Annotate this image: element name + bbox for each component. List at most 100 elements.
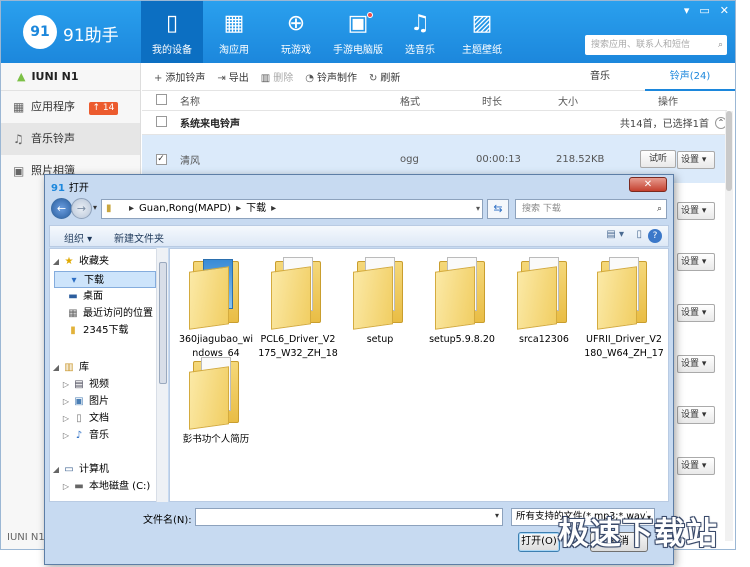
collapse-arrow-icon[interactable]: ◢ bbox=[50, 359, 62, 376]
group-checkbox[interactable] bbox=[155, 115, 167, 127]
nav-item-2345[interactable]: ▮ 2345下载 bbox=[50, 322, 128, 339]
delete-button[interactable]: ▥ 删除 bbox=[261, 69, 293, 84]
dialog-search-input[interactable]: 搜索 下载 ⌕ bbox=[515, 199, 667, 219]
settings-button[interactable]: 设置 ▾ bbox=[677, 457, 715, 475]
dialog-close-button[interactable]: ✕ bbox=[629, 177, 667, 192]
file-list: 360jiagubao_windows_64 PCL6_Driver_V2175… bbox=[169, 248, 669, 502]
refresh-button[interactable]: ↻ 刷新 bbox=[369, 69, 400, 84]
top-bar: 91 91助手 ▯ 我的设备 ▦ 淘应用 ⊕ 玩游戏 ▣ 手游电脑版 ♫ 选音乐… bbox=[1, 1, 735, 63]
search-icon[interactable]: ⌕ bbox=[718, 35, 723, 55]
nav-music[interactable]: ♫ 选音乐 bbox=[389, 1, 451, 63]
settings-button[interactable]: 设置 ▾ bbox=[677, 355, 715, 373]
nav-item-desktop[interactable]: ▬ 桌面 bbox=[50, 288, 103, 305]
settings-button[interactable]: 设置 ▾ bbox=[677, 202, 715, 220]
count-badge: ↑ 14 bbox=[88, 102, 119, 115]
nav-item-recent[interactable]: ▦ 最近访问的位置 bbox=[50, 305, 153, 322]
scrollbar-thumb[interactable] bbox=[726, 111, 732, 191]
photo-icon: ▣ bbox=[13, 164, 25, 178]
nav-pc-games[interactable]: ▣ 手游电脑版 bbox=[327, 1, 389, 63]
chevron-down-icon[interactable]: ▾ bbox=[495, 511, 499, 520]
nav-computer[interactable]: ◢ ▭ 计算机 bbox=[50, 461, 109, 478]
breadcrumb-downloads[interactable]: 下载 bbox=[246, 203, 266, 214]
export-button[interactable]: ⇥ 导出 bbox=[217, 69, 248, 84]
folder-item[interactable]: setup bbox=[340, 253, 420, 363]
settings-button[interactable]: 设置 ▾ bbox=[677, 151, 715, 169]
nav-my-device[interactable]: ▯ 我的设备 bbox=[141, 1, 203, 63]
chevron-down-icon[interactable]: ▾ bbox=[476, 200, 480, 218]
refresh-button[interactable]: ⇆ bbox=[487, 199, 509, 219]
forward-button[interactable]: → bbox=[71, 198, 92, 219]
scrollbar-thumb[interactable] bbox=[159, 262, 167, 384]
folder-item[interactable]: srca12306 bbox=[504, 253, 584, 363]
folder-item[interactable]: 360jiagubao_windows_64 bbox=[176, 253, 256, 363]
select-all-checkbox[interactable] bbox=[155, 93, 167, 105]
refresh-icon: ⇆ bbox=[493, 202, 503, 215]
settings-button[interactable]: 设置 ▾ bbox=[677, 406, 715, 424]
folder-item[interactable]: UFRII_Driver_V2180_W64_ZH_17 bbox=[584, 253, 664, 363]
tab-music[interactable]: 音乐 bbox=[555, 63, 645, 91]
address-bar[interactable]: ▮ ▸ Guan,Rong(MAPD) ▸ 下载 ▸ ▾ bbox=[101, 199, 483, 219]
settings-button[interactable]: 设置 ▾ bbox=[677, 304, 715, 322]
filename-input[interactable]: ▾ bbox=[195, 508, 503, 526]
apps-grid-icon: ▦ bbox=[223, 11, 245, 36]
row-size: 218.52KB bbox=[556, 153, 605, 165]
nav-item-local-disk[interactable]: ▷ ▬ 本地磁盘 (C:) bbox=[50, 478, 150, 495]
folder-icon bbox=[353, 257, 407, 330]
navigation-pane-scrollbar[interactable] bbox=[156, 248, 168, 502]
expand-arrow-icon[interactable]: ▷ bbox=[60, 478, 72, 495]
nav-item-pictures[interactable]: ▷ ▣ 图片 bbox=[50, 393, 109, 410]
nav-favorites[interactable]: ◢ ★ 收藏夹 bbox=[50, 253, 109, 270]
select-all-checkbox-cell bbox=[142, 93, 180, 108]
collapse-arrow-icon[interactable]: ◢ bbox=[50, 253, 62, 270]
folder-icon bbox=[271, 257, 325, 330]
nav-item-documents[interactable]: ▷ ▯ 文档 bbox=[50, 410, 109, 427]
help-icon[interactable]: ? bbox=[648, 229, 662, 243]
nav-item-videos[interactable]: ▷ ▤ 视频 bbox=[50, 376, 109, 393]
nav-item-music[interactable]: ▷ ♪ 音乐 bbox=[50, 427, 109, 444]
open-button[interactable]: 打开(O) bbox=[518, 532, 560, 552]
folder-item[interactable]: 彭书功个人简历 bbox=[176, 353, 256, 463]
breadcrumb-user[interactable]: Guan,Rong(MAPD) bbox=[139, 203, 231, 214]
nav-item-downloads[interactable]: ▾ 下载 bbox=[54, 271, 156, 288]
folder-icon bbox=[435, 257, 489, 330]
recent-locations-icon[interactable]: ▾ bbox=[93, 203, 97, 212]
document-icon: ▯ bbox=[76, 413, 82, 424]
nav-games[interactable]: ⊕ 玩游戏 bbox=[265, 1, 327, 63]
nav-wallpaper[interactable]: ▨ 主题壁纸 bbox=[451, 1, 513, 63]
new-folder-button[interactable]: 新建文件夹 bbox=[114, 230, 164, 245]
expand-arrow-icon[interactable]: ▷ bbox=[60, 427, 72, 444]
organize-button[interactable]: 组织 ▾ bbox=[64, 230, 92, 245]
collapse-arrow-icon[interactable]: ◢ bbox=[50, 461, 62, 478]
preview-pane-icon[interactable]: ▯ bbox=[636, 229, 642, 240]
add-ringtone-button[interactable]: + 添加铃声 bbox=[154, 69, 205, 84]
breadcrumb-separator[interactable]: ▸ bbox=[129, 203, 134, 214]
command-bar: 组织 ▾ 新建文件夹 ▤ ▾ ▯ ? bbox=[49, 225, 669, 247]
breadcrumb-separator[interactable]: ▸ bbox=[236, 203, 241, 214]
folder-icon bbox=[517, 257, 571, 330]
folder-icon: ▮ bbox=[70, 325, 76, 336]
expand-arrow-icon[interactable]: ▷ bbox=[60, 376, 72, 393]
close-icon[interactable]: ✕ bbox=[720, 4, 729, 17]
expand-arrow-icon[interactable]: ▷ bbox=[60, 393, 72, 410]
music-note-icon: ♪ bbox=[75, 430, 83, 441]
folder-item[interactable]: PCL6_Driver_V2175_W32_ZH_18 bbox=[258, 253, 338, 363]
ringtone-maker-button[interactable]: ◔ 铃声制作 bbox=[305, 69, 357, 84]
sidebar-item-apps[interactable]: ▦ 应用程序 ↑ 14 bbox=[1, 91, 140, 123]
expand-arrow-icon[interactable]: ▷ bbox=[60, 410, 72, 427]
sidebar-item-music[interactable]: ♫ 音乐铃声 bbox=[1, 123, 140, 155]
computer-icon: ▭ bbox=[64, 464, 74, 475]
row-checkbox[interactable]: ✓ bbox=[155, 154, 167, 165]
breadcrumb-separator[interactable]: ▸ bbox=[271, 203, 276, 214]
group-checkbox-cell bbox=[142, 115, 180, 130]
listen-button[interactable]: 试听 bbox=[640, 150, 677, 168]
table-scrollbar[interactable] bbox=[725, 111, 733, 541]
back-button[interactable]: ← bbox=[51, 198, 72, 219]
folder-item[interactable]: setup5.9.8.20 bbox=[422, 253, 502, 363]
nav-apps[interactable]: ▦ 淘应用 bbox=[203, 1, 265, 63]
view-options-icon[interactable]: ▤ ▾ bbox=[606, 229, 624, 240]
col-format: 格式 bbox=[400, 97, 420, 108]
star-icon: ★ bbox=[64, 256, 74, 267]
nav-libraries[interactable]: ◢ ▥ 库 bbox=[50, 359, 89, 376]
settings-button[interactable]: 设置 ▾ bbox=[677, 253, 715, 271]
nav-label: 主题壁纸 bbox=[462, 45, 502, 56]
